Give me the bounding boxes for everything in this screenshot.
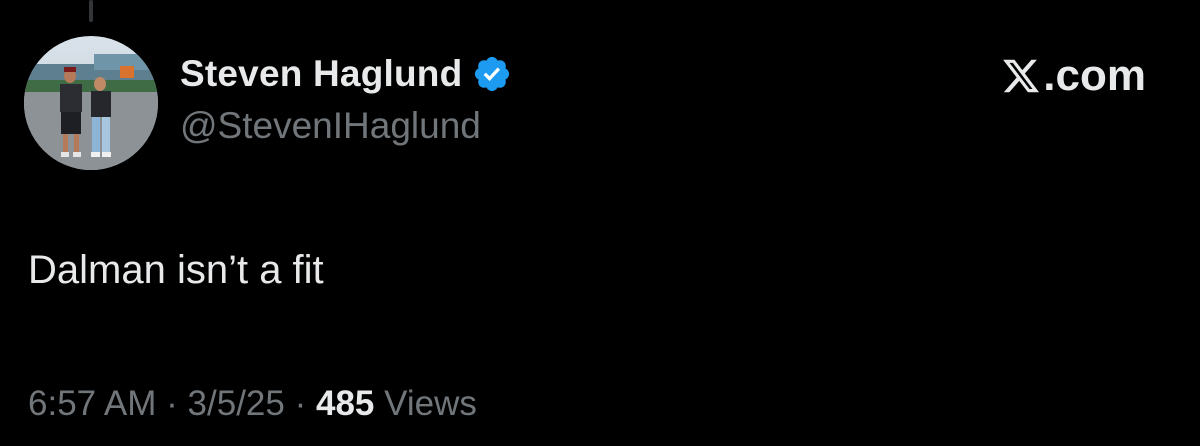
meta-separator: · <box>166 384 178 423</box>
x-logo-icon <box>1001 56 1041 96</box>
avatar-photo <box>24 36 158 170</box>
author-name-row[interactable]: Steven Haglund <box>180 50 512 98</box>
tweet-meta-row: 6:57 AM · 3/5/25 · 485 Views <box>28 384 477 424</box>
tweet-text: Dalman isn’t a fit <box>28 248 324 292</box>
author-handle[interactable]: @StevenIHaglund <box>180 105 481 147</box>
brand-logo: .com <box>1001 50 1146 102</box>
verified-badge-icon[interactable] <box>472 54 512 94</box>
views-count: 485 <box>315 384 375 423</box>
brand-domain-suffix: .com <box>1043 51 1146 100</box>
tweet-date[interactable]: 3/5/25 <box>188 384 285 423</box>
tweet-time[interactable]: 6:57 AM <box>28 384 156 423</box>
thread-connector-line <box>89 0 93 22</box>
meta-separator: · <box>294 384 307 423</box>
views-label: Views <box>384 384 477 423</box>
avatar[interactable] <box>24 36 158 170</box>
author-display-name[interactable]: Steven Haglund <box>180 53 462 95</box>
